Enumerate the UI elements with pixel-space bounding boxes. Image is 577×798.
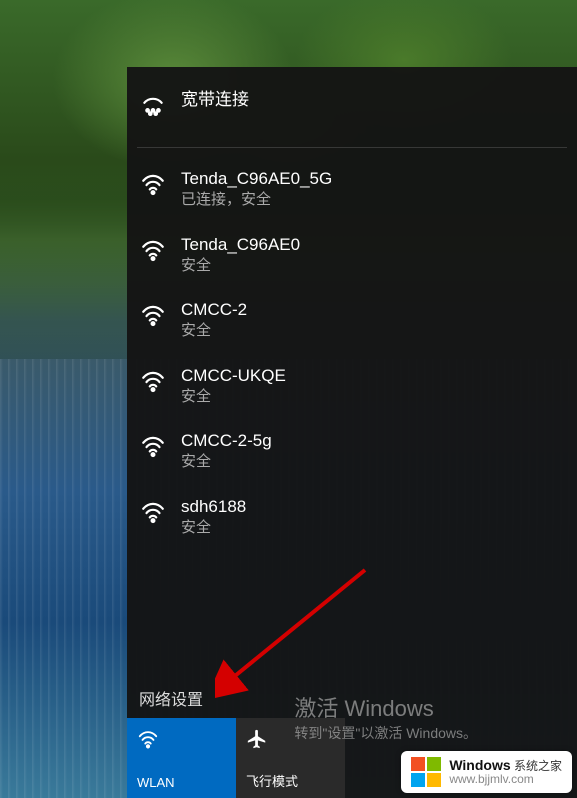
wifi-icon	[137, 496, 169, 528]
network-flyout: 宽带连接 Tenda_C96AE0_5G 已连接，安全	[127, 67, 577, 798]
wifi-network-item[interactable]: CMCC-2 安全	[127, 287, 577, 353]
broadband-icon	[137, 89, 169, 121]
wifi-network-item[interactable]: CMCC-UKQE 安全	[127, 353, 577, 419]
network-status: 已连接，安全	[181, 190, 332, 210]
wifi-icon	[137, 430, 169, 462]
network-name: CMCC-2-5g	[181, 430, 272, 452]
site-brand: Windows	[449, 757, 510, 773]
activation-watermark: 激活 Windows 转到"设置"以激活 Windows。	[294, 691, 477, 743]
wifi-icon	[137, 168, 169, 200]
airplane-icon	[246, 728, 268, 753]
network-name: sdh6188	[181, 496, 246, 518]
windows-logo-icon	[411, 757, 441, 787]
network-name: Tenda_C96AE0	[181, 234, 300, 256]
wifi-icon	[137, 234, 169, 266]
airplane-tile-label: 飞行模式	[246, 771, 298, 790]
wlan-tile-label: WLAN	[137, 775, 175, 790]
network-name: CMCC-2	[181, 299, 247, 321]
wifi-network-item[interactable]: sdh6188 安全	[127, 484, 577, 550]
watermark-title: 激活 Windows	[294, 691, 477, 723]
network-status: 安全	[181, 321, 247, 341]
broadband-label: 宽带连接	[181, 89, 249, 111]
watermark-subtitle: 转到"设置"以激活 Windows。	[294, 723, 477, 743]
wifi-icon	[137, 728, 159, 753]
network-list: 宽带连接 Tenda_C96AE0_5G 已连接，安全	[127, 67, 577, 674]
network-status: 安全	[181, 452, 272, 472]
network-name: CMCC-UKQE	[181, 365, 286, 387]
wifi-icon	[137, 299, 169, 331]
wlan-tile[interactable]: WLAN	[127, 718, 236, 798]
network-status: 安全	[181, 387, 286, 407]
wifi-network-item[interactable]: Tenda_C96AE0_5G 已连接，安全	[127, 156, 577, 222]
network-status: 安全	[181, 256, 300, 276]
network-name: Tenda_C96AE0_5G	[181, 168, 332, 190]
site-watermark: Windows 系统之家 www.bjjmlv.com	[401, 751, 572, 793]
site-url: www.bjjmlv.com	[449, 773, 562, 786]
network-status: 安全	[181, 518, 246, 538]
wifi-network-item[interactable]: Tenda_C96AE0 安全	[127, 222, 577, 288]
broadband-connection-item[interactable]: 宽带连接	[137, 77, 567, 148]
wifi-network-item[interactable]: CMCC-2-5g 安全	[127, 418, 577, 484]
wifi-icon	[137, 365, 169, 397]
site-sub: 系统之家	[514, 759, 562, 773]
